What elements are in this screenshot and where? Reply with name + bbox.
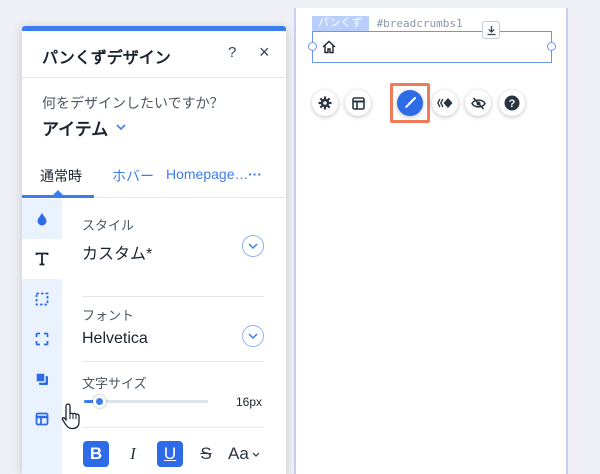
design-brush-icon[interactable] xyxy=(397,90,423,116)
divider xyxy=(82,361,264,362)
resize-handle-right[interactable] xyxy=(547,42,556,51)
tab-hover[interactable]: ホバー xyxy=(112,166,154,186)
active-tab-caret xyxy=(52,190,64,196)
hand-cursor-icon xyxy=(61,403,80,430)
state-tabs: 通常時 ホバー Homepage… ··· xyxy=(22,158,286,198)
style-value[interactable]: カスタム* xyxy=(82,240,264,264)
element-tag-id: #breadcrumbs1 xyxy=(376,17,463,30)
resize-handle-left[interactable] xyxy=(308,42,317,51)
home-icon[interactable] xyxy=(321,39,337,55)
help-question-icon[interactable]: ? xyxy=(499,90,525,116)
more-tabs-button[interactable]: ··· xyxy=(248,166,262,182)
text-icon[interactable] xyxy=(22,239,62,279)
font-value[interactable]: Helvetica xyxy=(82,330,264,348)
bold-button[interactable]: B xyxy=(83,441,109,467)
border-icon[interactable] xyxy=(22,279,62,319)
font-label: フォント xyxy=(82,308,135,323)
tab-homepage[interactable]: Homepage… xyxy=(166,166,249,182)
font-section: フォント Helvetica xyxy=(82,305,264,348)
panel-header: パンくずデザイン ? × xyxy=(22,31,286,78)
animation-icon[interactable] xyxy=(432,90,458,116)
text-settings: スタイル カスタム* フォント Helvetica 文字サイズ 16px B I… xyxy=(62,199,286,474)
fill-color-icon[interactable] xyxy=(22,199,62,239)
divider xyxy=(82,296,264,297)
font-size-slider[interactable] xyxy=(84,395,208,408)
font-size-value[interactable]: 16px xyxy=(236,395,262,409)
settings-gear-icon[interactable] xyxy=(312,90,338,116)
element-tag: パンくず #breadcrumbs1 xyxy=(312,16,463,31)
strikethrough-button[interactable]: S xyxy=(193,441,219,467)
svg-text:?: ? xyxy=(509,98,516,110)
style-label: スタイル xyxy=(82,218,135,233)
panel-title: パンくずデザイン xyxy=(42,50,171,67)
divider xyxy=(82,427,264,428)
style-chevron-down-icon[interactable] xyxy=(242,235,264,257)
layout-icon[interactable] xyxy=(22,399,62,439)
text-case-button[interactable]: Aa xyxy=(228,441,266,467)
hide-eye-icon[interactable] xyxy=(465,90,491,116)
close-button[interactable]: × xyxy=(259,42,270,63)
shadow-icon[interactable] xyxy=(22,359,62,399)
italic-button[interactable]: I xyxy=(120,441,146,467)
download-icon[interactable] xyxy=(482,21,500,39)
style-section: スタイル カスタム* xyxy=(82,215,264,264)
help-button[interactable]: ? xyxy=(228,44,236,61)
design-target-dropdown[interactable]: アイテム xyxy=(42,115,126,140)
tab-regular[interactable]: 通常時 xyxy=(40,166,82,186)
underline-button[interactable]: U xyxy=(157,441,183,467)
element-tag-name: パンくず xyxy=(312,16,369,31)
design-question: 何をデザインしたいですか？ xyxy=(42,95,224,111)
chevron-down-icon xyxy=(116,124,126,131)
size-label: 文字サイズ xyxy=(82,376,147,391)
editor-canvas: パンくず #breadcrumbs1 ? xyxy=(294,8,568,474)
size-section: 文字サイズ xyxy=(82,373,264,392)
breadcrumbs-element[interactable] xyxy=(308,31,556,63)
design-categories-rail xyxy=(22,199,62,474)
font-chevron-down-icon[interactable] xyxy=(242,325,264,347)
slider-handle[interactable] xyxy=(93,395,106,408)
corners-icon[interactable] xyxy=(22,319,62,359)
design-target-value: アイテム xyxy=(42,120,109,139)
chevron-down-icon xyxy=(252,452,260,457)
layout-icon[interactable] xyxy=(345,90,371,116)
